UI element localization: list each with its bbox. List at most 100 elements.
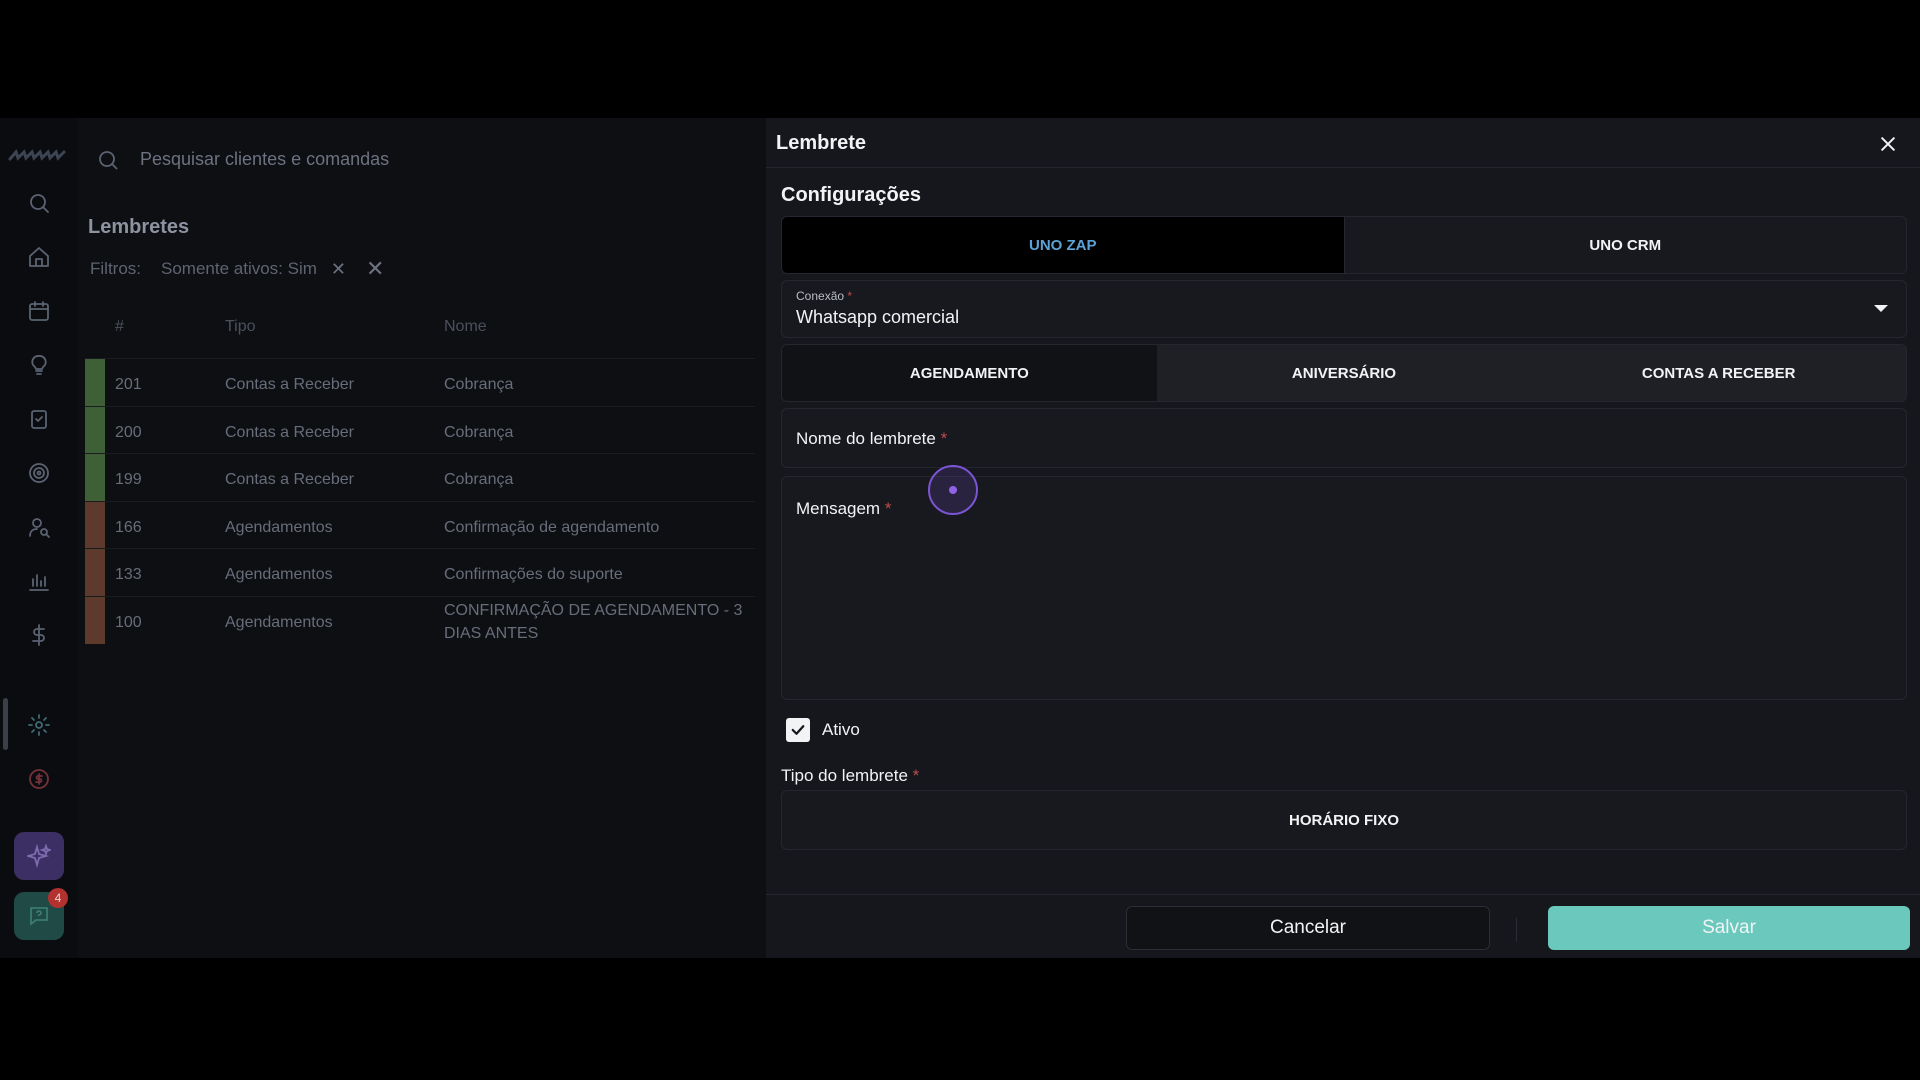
- active-checkbox-label: Ativo: [822, 720, 860, 739]
- chat-help-icon: [30, 907, 48, 926]
- connection-value: Whatsapp comercial: [796, 307, 960, 327]
- row-status-stripe: [85, 549, 105, 596]
- chat-notification-badge: 4: [48, 888, 68, 908]
- target-icon[interactable]: [24, 458, 54, 488]
- row-status-stripe: [85, 596, 105, 644]
- row-id-cell: 100: [115, 613, 142, 631]
- filters-bar: Filtros: Somente ativos: Sim ✕ ✕: [90, 256, 384, 282]
- reminder-name-field[interactable]: Nome do lembrete *: [781, 408, 1907, 468]
- save-button[interactable]: Salvar: [1548, 906, 1910, 950]
- tab-uno-crm[interactable]: UNO CRM: [1343, 217, 1906, 273]
- clipboard-check-icon[interactable]: [24, 404, 54, 434]
- row-id-cell: 201: [115, 376, 142, 393]
- column-header-tipo: Tipo: [225, 318, 256, 335]
- nav-active-indicator: [3, 698, 8, 750]
- cancel-button[interactable]: Cancelar: [1126, 906, 1490, 950]
- tab-uno-zap[interactable]: UNO ZAP: [782, 217, 1344, 273]
- fixed-time-option[interactable]: HORÁRIO FIXO: [781, 790, 1907, 850]
- clear-filters-icon[interactable]: ✕: [366, 256, 384, 282]
- ai-sparkle-button[interactable]: [14, 832, 64, 880]
- required-mark: *: [940, 429, 948, 448]
- row-nome-cell: CONFIRMAÇÃO DE AGENDAMENTO - 3 DIAS ANTE…: [444, 601, 743, 642]
- required-mark: *: [912, 766, 920, 785]
- sidebar: 4: [0, 118, 78, 958]
- row-tipo-cell: Agendamentos: [225, 613, 333, 631]
- reminder-type-tabs: AGENDAMENTO ANIVERSÁRIO CONTAS A RECEBER: [781, 344, 1907, 402]
- tab-contas-a-receber[interactable]: CONTAS A RECEBER: [1531, 345, 1906, 401]
- message-label: Mensagem *: [796, 499, 891, 519]
- platform-tabs: UNO ZAP UNO CRM: [781, 216, 1907, 274]
- row-id-cell: 166: [115, 518, 142, 536]
- active-checkbox-row[interactable]: Ativo: [786, 718, 860, 742]
- table-row[interactable]: 133 Agendamentos Confirmações do suporte: [85, 548, 755, 596]
- connection-select[interactable]: Conexão * Whatsapp comercial: [781, 280, 1907, 338]
- column-header-nome: Nome: [444, 318, 487, 335]
- connection-label-text: Conexão: [796, 289, 845, 303]
- row-tipo-cell: Contas a Receber: [225, 423, 354, 441]
- footer-divider: [766, 894, 1920, 895]
- remove-filter-icon[interactable]: ✕: [331, 259, 346, 280]
- reminder-modal: Lembrete Configurações UNO ZAP UNO CRM C…: [766, 118, 1920, 958]
- logo: [8, 149, 66, 161]
- table-row[interactable]: 199 Contas a Receber Cobrança: [85, 453, 755, 501]
- table-row[interactable]: 200 Contas a Receber Cobrança: [85, 405, 755, 454]
- search-icon[interactable]: [24, 188, 54, 218]
- required-mark: *: [884, 499, 892, 518]
- row-status-stripe: [85, 406, 105, 454]
- section-title: Configurações: [781, 184, 922, 206]
- table-row[interactable]: 166 Agendamentos Confirmação de agendament…: [85, 500, 755, 549]
- row-tipo-cell: Contas a Receber: [225, 376, 354, 393]
- sparkle-icon: [27, 844, 51, 868]
- calendar-icon[interactable]: [24, 296, 54, 326]
- check-icon: [791, 725, 805, 735]
- user-search-icon[interactable]: [24, 512, 54, 542]
- modal-header: Lembrete: [766, 118, 1920, 168]
- connection-label: Conexão *: [796, 289, 852, 303]
- tab-aniversario[interactable]: ANIVERSÁRIO: [1156, 345, 1532, 401]
- home-icon[interactable]: [24, 242, 54, 272]
- row-status-stripe: [85, 359, 105, 406]
- row-tipo-cell: Contas a Receber: [225, 471, 354, 488]
- coin-icon[interactable]: [24, 764, 54, 794]
- row-nome-cell: Cobrança: [444, 423, 514, 441]
- footer-button-divider: [1516, 918, 1517, 942]
- tab-agendamento[interactable]: AGENDAMENTO: [782, 345, 1157, 401]
- row-nome-cell: Confirmações do suporte: [444, 566, 623, 583]
- row-tipo-cell: Agendamentos: [225, 566, 333, 583]
- row-status-stripe: [85, 454, 105, 501]
- row-id-cell: 199: [115, 471, 142, 488]
- reminder-type-label-text: Tipo do lembrete: [781, 766, 908, 785]
- table-row[interactable]: 201 Contas a Receber Cobrança: [85, 358, 755, 406]
- filter-chip-label: Somente ativos: Sim: [161, 259, 317, 278]
- close-button[interactable]: [1874, 130, 1902, 158]
- modal-title: Lembrete: [776, 132, 867, 154]
- row-tipo-cell: Agendamentos: [225, 518, 333, 536]
- row-id-cell: 200: [115, 423, 142, 441]
- dropdown-arrow-icon: [1874, 305, 1888, 312]
- row-nome-cell: Cobrança: [444, 376, 514, 393]
- filters-label: Filtros:: [90, 259, 141, 278]
- reminder-type-label: Tipo do lembrete *: [781, 766, 919, 786]
- filter-chip: Somente ativos: Sim ✕: [161, 259, 346, 280]
- row-nome-cell: Confirmação de agendamento: [444, 518, 660, 536]
- row-nome-cell: Cobrança: [444, 471, 514, 488]
- table-row[interactable]: 100 Agendamentos CONFIRMAÇÃO DE AGENDAMENT…: [85, 595, 755, 644]
- column-header-id: #: [115, 318, 124, 335]
- required-mark: *: [847, 289, 853, 303]
- message-field[interactable]: Mensagem *: [781, 476, 1907, 700]
- search-icon: [99, 151, 118, 170]
- app-window: 4 Lembretes Filtros: Somente ativos: Sim…: [0, 118, 1920, 958]
- message-label-text: Mensagem: [796, 499, 881, 518]
- gear-icon[interactable]: [24, 710, 54, 740]
- page-title: Lembretes: [88, 216, 190, 238]
- bar-chart-icon[interactable]: [24, 566, 54, 596]
- active-checkbox[interactable]: [786, 718, 810, 742]
- row-status-stripe: [85, 501, 105, 549]
- reminder-name-label-text: Nome do lembrete: [796, 429, 936, 448]
- lightbulb-icon[interactable]: [24, 350, 54, 380]
- topbar: [78, 118, 778, 198]
- close-icon: [1881, 137, 1895, 151]
- reminder-name-label: Nome do lembrete *: [796, 429, 947, 449]
- global-search-input[interactable]: [140, 144, 640, 174]
- dollar-icon[interactable]: [24, 620, 54, 650]
